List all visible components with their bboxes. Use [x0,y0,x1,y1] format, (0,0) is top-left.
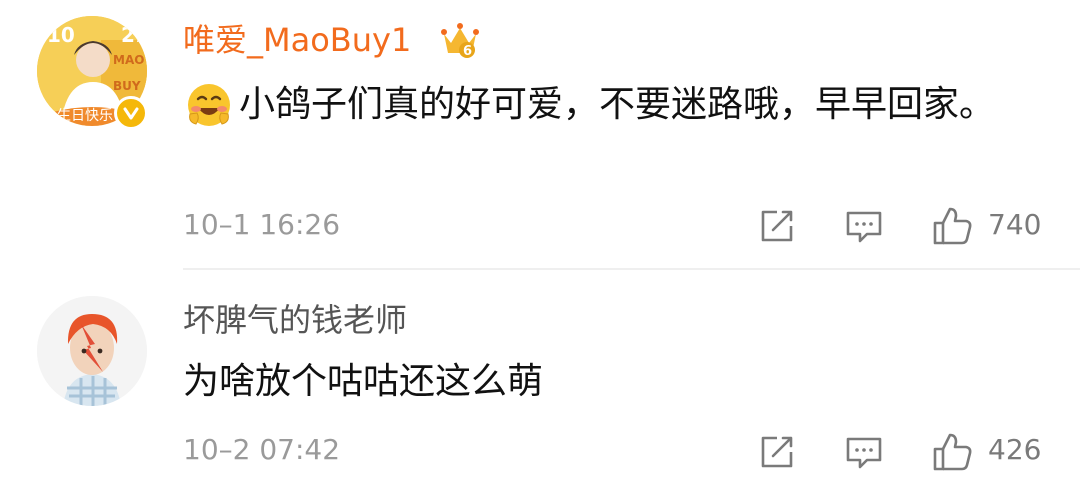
comment-text: 小鸽子们真的好可爱，不要迷路哦，早早回家。 [183,75,1023,135]
avatar[interactable] [37,296,147,406]
comment-item: 坏脾气的钱老师 为啥放个咕咕还这么萌 10–2 07:42 426 [0,270,1080,474]
svg-text:BUY: BUY [113,79,141,93]
avatar-image [37,296,147,406]
reply-icon[interactable] [842,430,886,474]
comment-item: 10 21 MAO BUY 生日快乐 唯爱_MaoBuy1 6 小鸽子们真的好可… [0,0,1080,270]
like-count: 740 [988,208,1042,241]
repost-icon[interactable] [755,430,799,474]
comment-content: 为啥放个咕咕还这么萌 [183,361,544,402]
comment-content: 小鸽子们真的好可爱，不要迷路哦，早早回家。 [239,84,996,125]
username[interactable]: 坏脾气的钱老师 [183,300,407,340]
repost-icon[interactable] [755,204,799,248]
timestamp: 10–2 07:42 [183,433,341,466]
thumbs-up-icon[interactable] [930,430,974,474]
like-count: 426 [988,433,1042,466]
svg-text:MAO: MAO [113,53,144,67]
svg-text:10: 10 [47,23,75,47]
svg-text:生日快乐: 生日快乐 [57,108,113,124]
badge-level: 6 [463,44,472,59]
timestamp: 10–1 16:26 [183,208,341,241]
reply-icon[interactable] [842,204,886,248]
thumbs-up-icon[interactable] [930,204,974,248]
username[interactable]: 唯爱_MaoBuy1 [183,20,411,60]
crown-badge-icon[interactable]: 6 [440,20,480,60]
svg-text:21: 21 [121,23,147,47]
verified-badge-icon [114,96,148,130]
